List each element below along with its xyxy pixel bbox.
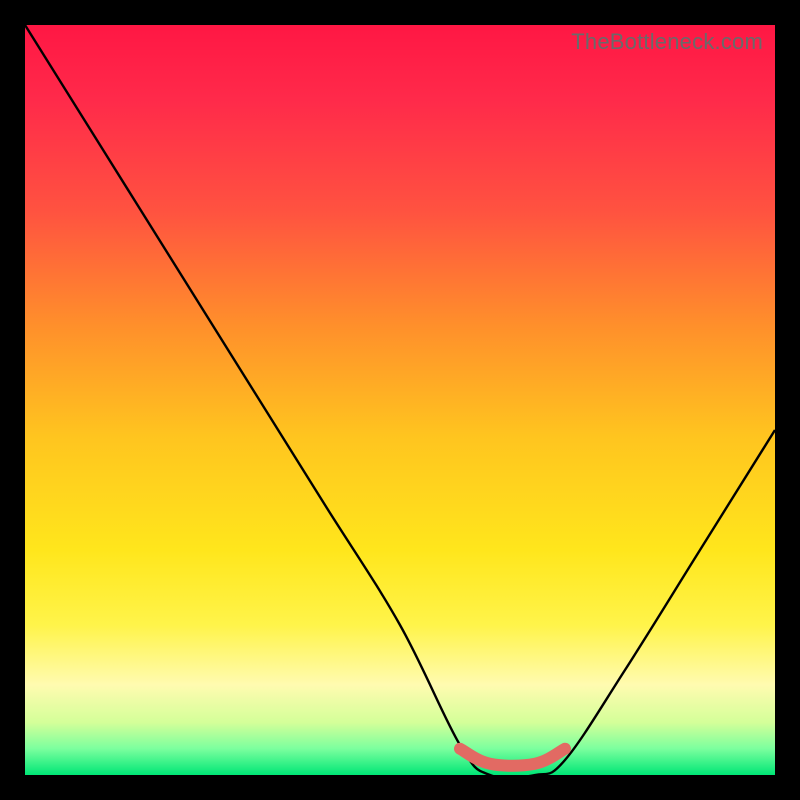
chart-frame: TheBottleneck.com [0,0,800,800]
optimal-range-highlight [460,749,565,766]
chart-svg [25,25,775,775]
chart-plot-area: TheBottleneck.com [25,25,775,775]
bottleneck-curve [25,25,775,775]
